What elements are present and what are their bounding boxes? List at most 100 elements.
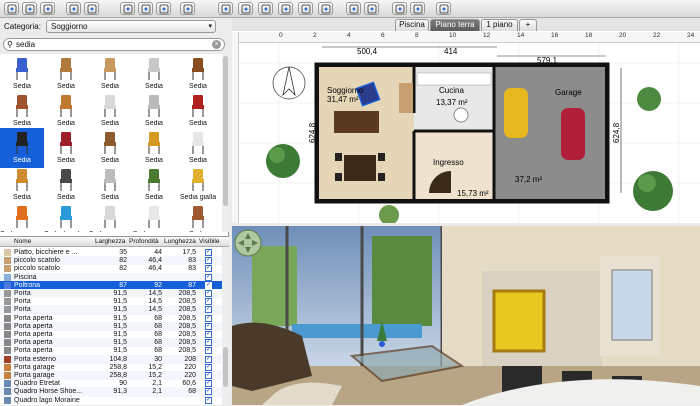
catalog-item[interactable]: Sedia xyxy=(132,54,176,94)
visible-checkbox[interactable]: ✓ xyxy=(205,281,212,289)
catalog-item[interactable]: Sedia xyxy=(44,54,88,94)
column-visible[interactable]: Visibile xyxy=(199,238,219,245)
visible-checkbox[interactable]: ✓ xyxy=(205,322,212,330)
search-input[interactable]: ⚲ sedia × xyxy=(3,38,225,51)
add-level-button[interactable]: + xyxy=(519,19,537,31)
redo-button[interactable] xyxy=(84,2,99,15)
visible-checkbox[interactable]: ✓ xyxy=(205,290,212,297)
visible-checkbox[interactable]: ✓ xyxy=(205,249,212,256)
chair-icon xyxy=(104,132,116,154)
navigation-arrows-icon[interactable] xyxy=(234,229,262,257)
visible-checkbox[interactable]: ✓ xyxy=(205,339,212,347)
catalog-item[interactable]: Sedia xyxy=(176,91,220,131)
chair-icon xyxy=(60,95,72,117)
visible-checkbox[interactable]: ✓ xyxy=(205,306,212,314)
category-select[interactable]: Soggiorno ▾ xyxy=(46,20,216,33)
visible-checkbox[interactable]: ✓ xyxy=(205,257,212,265)
column-depth[interactable]: Profondità xyxy=(129,238,159,245)
catalog-item[interactable]: Sedia con c... xyxy=(132,202,176,232)
compass-icon[interactable] xyxy=(272,66,306,100)
catalog-item-label: Sedia xyxy=(101,157,119,164)
zoom-out-button[interactable] xyxy=(364,2,379,15)
tab-piano-terra[interactable]: Piano terra xyxy=(430,19,480,31)
undo-button[interactable] xyxy=(66,2,81,15)
room-area-ingresso: 15,73 m² xyxy=(457,189,489,198)
catalog-item[interactable]: Sedia xyxy=(132,165,176,205)
chair-icon xyxy=(60,206,72,228)
paste-button[interactable] xyxy=(156,2,171,15)
copy-button[interactable] xyxy=(138,2,153,15)
catalog-scrollbar[interactable] xyxy=(222,54,229,232)
pan-button[interactable] xyxy=(238,2,253,15)
visible-checkbox[interactable]: ✓ xyxy=(205,380,212,388)
catalog-item-label: Sedia xyxy=(57,157,75,164)
column-width[interactable]: Larghezza xyxy=(95,238,125,245)
visible-checkbox[interactable]: ✓ xyxy=(205,372,212,379)
cut-button[interactable] xyxy=(120,2,135,15)
catalog-item[interactable]: Sedia xyxy=(88,54,132,94)
create-rooms-button[interactable] xyxy=(278,2,293,15)
floor-plan[interactable]: 500,4 414 579,1 624,8 624,8 Soggiorno 31… xyxy=(239,43,700,223)
catalog-item[interactable]: Sedia xyxy=(132,91,176,131)
catalog-item[interactable]: Sedia xyxy=(132,128,176,168)
create-photo-button[interactable] xyxy=(392,2,407,15)
catalog-item[interactable]: Sedia xyxy=(88,128,132,168)
open-button[interactable] xyxy=(22,2,37,15)
catalog-item[interactable]: Sedia xyxy=(88,165,132,205)
catalog-item[interactable]: Sedia xyxy=(0,54,44,94)
catalog-item[interactable]: Sedia xyxy=(176,202,220,232)
visible-checkbox[interactable]: ✓ xyxy=(205,363,212,371)
catalog-item[interactable]: Sedia xyxy=(44,128,88,168)
scrollbar-thumb[interactable] xyxy=(223,347,228,387)
select-button[interactable] xyxy=(218,2,233,15)
3d-view[interactable] xyxy=(232,226,700,405)
zoom-in-button[interactable] xyxy=(346,2,361,15)
catalog-item[interactable]: Sedia xyxy=(88,91,132,131)
furniture-icon xyxy=(4,314,11,322)
add-text-button[interactable] xyxy=(318,2,333,15)
catalog-item-label: Sedia xyxy=(101,83,119,90)
visible-checkbox[interactable]: ✓ xyxy=(205,388,212,396)
ruler-label: 22 xyxy=(653,32,661,39)
catalog-item[interactable]: Sedia xyxy=(0,128,44,168)
catalog-item[interactable]: Sedia xyxy=(44,165,88,205)
catalog-item[interactable]: Sedia xyxy=(176,128,220,168)
create-walls-button[interactable] xyxy=(258,2,273,15)
tab-1-piano[interactable]: 1 piano xyxy=(481,19,518,31)
visible-checkbox[interactable]: ✓ xyxy=(205,298,212,306)
plan-view[interactable]: Piscina Piano terra 1 piano + 0 2 4 6 8 10 12 1… xyxy=(232,18,700,223)
furniture-scrollbar[interactable] xyxy=(222,247,229,406)
visible-checkbox[interactable]: ✓ xyxy=(205,355,212,363)
create-video-button[interactable] xyxy=(410,2,425,15)
room-area-cucina: 13,37 m² xyxy=(436,98,468,107)
catalog-item[interactable]: Sedia bambi... xyxy=(44,202,88,232)
add-furniture-button[interactable] xyxy=(180,2,195,15)
visible-checkbox[interactable]: ✓ xyxy=(205,347,212,355)
catalog-item[interactable]: Sedia con c... xyxy=(88,202,132,232)
visible-checkbox[interactable]: ✓ xyxy=(205,396,212,404)
catalog-item[interactable]: Sedia gialla xyxy=(176,165,220,205)
catalog-item[interactable]: Sedia xyxy=(0,91,44,131)
scrollbar-thumb[interactable] xyxy=(223,56,228,206)
visible-checkbox[interactable]: ✓ xyxy=(205,265,212,273)
column-name[interactable]: Nome xyxy=(14,238,31,245)
column-height[interactable]: Lunghezza xyxy=(164,238,196,245)
clear-icon[interactable]: × xyxy=(212,40,221,49)
furniture-icon xyxy=(4,290,11,297)
visible-checkbox[interactable]: ✓ xyxy=(205,314,212,322)
chair-icon xyxy=(148,58,160,80)
catalog-item[interactable]: Sedia xyxy=(0,165,44,205)
create-dimensions-button[interactable] xyxy=(298,2,313,15)
visible-checkbox[interactable]: ✓ xyxy=(205,331,212,338)
tab-piscina[interactable]: Piscina xyxy=(395,19,429,31)
ruler-label: 24 xyxy=(687,32,695,39)
catalog-item[interactable]: Sedia xyxy=(44,91,88,131)
new-button[interactable] xyxy=(4,2,19,15)
3d-render[interactable] xyxy=(232,226,700,405)
help-button[interactable] xyxy=(436,2,451,15)
catalog-item[interactable]: Sedia aranci... xyxy=(0,202,44,232)
table-row[interactable]: Quadro lago Moraine ✓ xyxy=(0,396,222,405)
save-button[interactable] xyxy=(40,2,55,15)
catalog-item[interactable]: Sedia xyxy=(176,54,220,94)
visible-checkbox[interactable]: ✓ xyxy=(205,273,212,281)
